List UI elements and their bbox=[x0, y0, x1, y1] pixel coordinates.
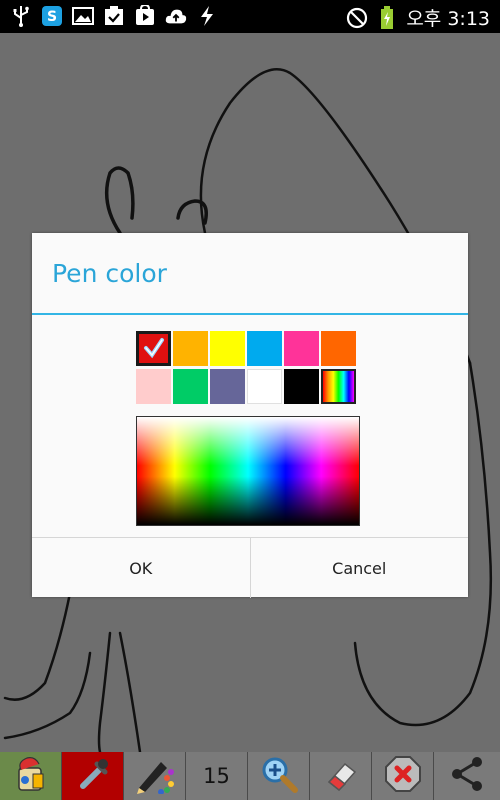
cloud-upload-icon bbox=[165, 5, 187, 27]
selected-check-icon bbox=[144, 338, 164, 359]
notification-icons: S bbox=[10, 5, 218, 27]
pen-color-dialog: Pen color OK Cancel bbox=[32, 233, 468, 598]
color-swatch[interactable] bbox=[247, 331, 282, 366]
zoom-button[interactable] bbox=[248, 752, 310, 800]
battery-charging-icon bbox=[376, 5, 398, 29]
paint-bucket-icon bbox=[9, 754, 53, 798]
pen-color-button[interactable] bbox=[124, 752, 186, 800]
download-complete-icon bbox=[103, 5, 125, 27]
svg-text:S: S bbox=[47, 9, 57, 25]
clock: 오후 3:13 bbox=[406, 8, 490, 30]
usb-icon bbox=[10, 5, 32, 27]
share-button[interactable] bbox=[434, 752, 500, 800]
color-swatch[interactable] bbox=[173, 369, 208, 404]
gallery-icon bbox=[72, 5, 94, 27]
bottom-toolbar: 15 bbox=[0, 752, 500, 800]
play-store-icon bbox=[134, 5, 156, 27]
ok-button[interactable]: OK bbox=[32, 538, 250, 598]
custom-color-swatch[interactable] bbox=[321, 369, 356, 404]
color-swatch[interactable] bbox=[210, 331, 245, 366]
color-swatch[interactable] bbox=[321, 331, 356, 366]
share-icon bbox=[447, 754, 487, 798]
no-signal-icon bbox=[346, 7, 368, 29]
color-swatch[interactable] bbox=[284, 331, 319, 366]
brush-size-button[interactable]: 15 bbox=[186, 752, 248, 800]
color-swatch[interactable] bbox=[284, 369, 319, 404]
status-bar: S 오후 3:13 bbox=[0, 0, 500, 33]
eyedropper-icon bbox=[73, 754, 113, 798]
clear-canvas-button[interactable] bbox=[372, 752, 434, 800]
color-swatch[interactable] bbox=[210, 369, 245, 404]
zoom-in-icon bbox=[259, 754, 299, 798]
skype-icon: S bbox=[41, 5, 63, 27]
pen-palette-icon bbox=[133, 754, 177, 798]
color-swatch-grid bbox=[136, 331, 360, 404]
color-spectrum-picker[interactable] bbox=[136, 416, 360, 526]
eraser-icon bbox=[321, 754, 361, 798]
color-swatch[interactable] bbox=[136, 331, 171, 366]
color-swatch[interactable] bbox=[136, 369, 171, 404]
flash-icon bbox=[196, 5, 218, 27]
system-icons: 오후 3:13 bbox=[346, 4, 490, 31]
color-swatch[interactable] bbox=[173, 331, 208, 366]
eyedropper-tool-button[interactable] bbox=[62, 752, 124, 800]
fill-tool-button[interactable] bbox=[0, 752, 62, 800]
clear-icon bbox=[383, 754, 423, 798]
title-divider bbox=[32, 313, 468, 315]
cancel-button[interactable]: Cancel bbox=[249, 538, 469, 598]
color-swatch[interactable] bbox=[247, 369, 282, 404]
dialog-title: Pen color bbox=[52, 259, 167, 288]
brush-size-value: 15 bbox=[203, 764, 230, 788]
eraser-tool-button[interactable] bbox=[310, 752, 372, 800]
dialog-button-bar: OK Cancel bbox=[32, 537, 468, 598]
